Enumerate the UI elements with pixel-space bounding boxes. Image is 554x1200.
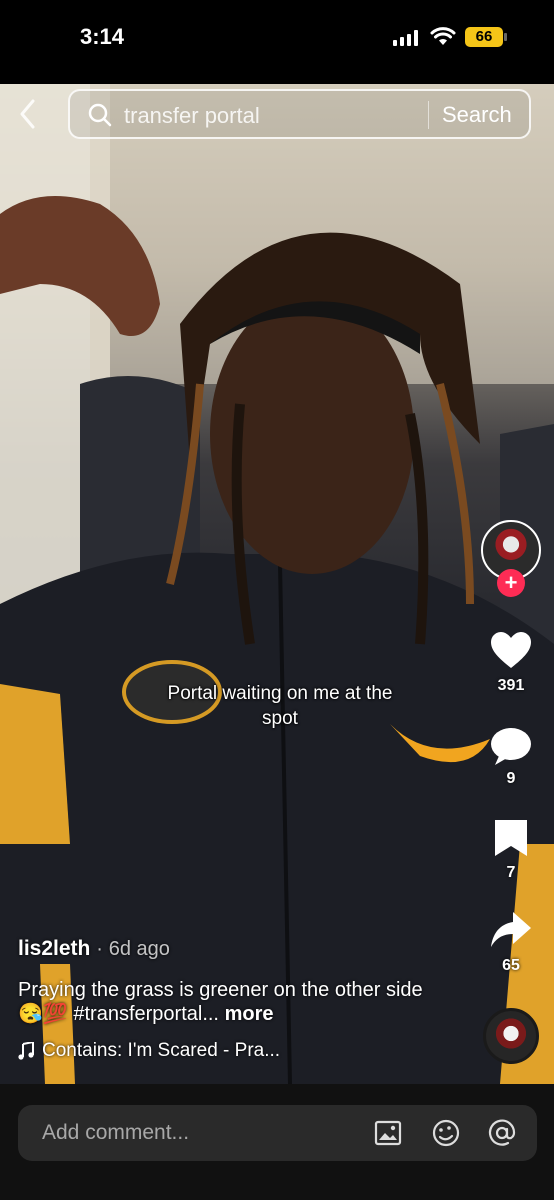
emoji-icon[interactable]	[431, 1118, 461, 1148]
comment-placeholder: Add comment...	[42, 1121, 190, 1144]
caption-line-2: spot	[262, 708, 298, 729]
share-icon[interactable]	[489, 910, 533, 950]
video-player[interactable]	[0, 84, 554, 1084]
search-button[interactable]: Search	[442, 102, 512, 128]
bookmark-icon[interactable]	[489, 818, 533, 858]
comment-input[interactable]: Add comment...	[18, 1105, 537, 1161]
more-link[interactable]: more	[225, 1003, 274, 1025]
music-disc-icon[interactable]	[483, 1008, 539, 1064]
comment-icon[interactable]	[489, 726, 533, 766]
battery-tip	[504, 33, 507, 41]
music-note-icon	[18, 1042, 34, 1060]
caption-line-1: Portal waiting on me at the	[167, 683, 393, 704]
share-count: 65	[502, 957, 520, 974]
status-time: 3:14	[80, 24, 125, 49]
separator-dot: ·	[96, 938, 103, 960]
heart-icon[interactable]	[489, 630, 533, 670]
comment-count: 9	[506, 770, 516, 787]
image-icon[interactable]	[373, 1118, 403, 1148]
post-age: 6d ago	[108, 938, 170, 960]
author-name[interactable]: lis2leth	[18, 937, 90, 960]
wifi-icon	[430, 27, 456, 45]
search-divider	[428, 101, 429, 129]
search-bar[interactable]: transfer portal Search	[68, 89, 531, 139]
music-info[interactable]: Contains: I'm Scared - Pra...	[18, 1040, 280, 1062]
cellular-signal-icon	[393, 30, 418, 46]
comment-bar: Add comment...	[0, 1084, 554, 1200]
chevron-left-icon[interactable]	[18, 98, 38, 130]
battery-indicator: 66	[465, 27, 503, 47]
video-caption: Portal waiting on me at the spot	[130, 681, 430, 731]
post-description: Praying the grass is greener on the othe…	[18, 978, 438, 1026]
status-bar: 3:14 66	[0, 0, 554, 84]
mention-icon[interactable]	[487, 1118, 517, 1148]
author-row: lis2leth · 6d ago	[18, 937, 170, 961]
search-input[interactable]: transfer portal	[124, 103, 260, 129]
music-title: Contains: I'm Scared - Pra...	[42, 1040, 281, 1061]
search-icon	[88, 103, 112, 127]
like-count: 391	[497, 677, 525, 694]
bookmark-count: 7	[506, 864, 516, 881]
video-frame	[0, 84, 554, 1084]
description-text[interactable]: Praying the grass is greener on the othe…	[18, 979, 423, 1025]
follow-button[interactable]: +	[497, 569, 525, 597]
